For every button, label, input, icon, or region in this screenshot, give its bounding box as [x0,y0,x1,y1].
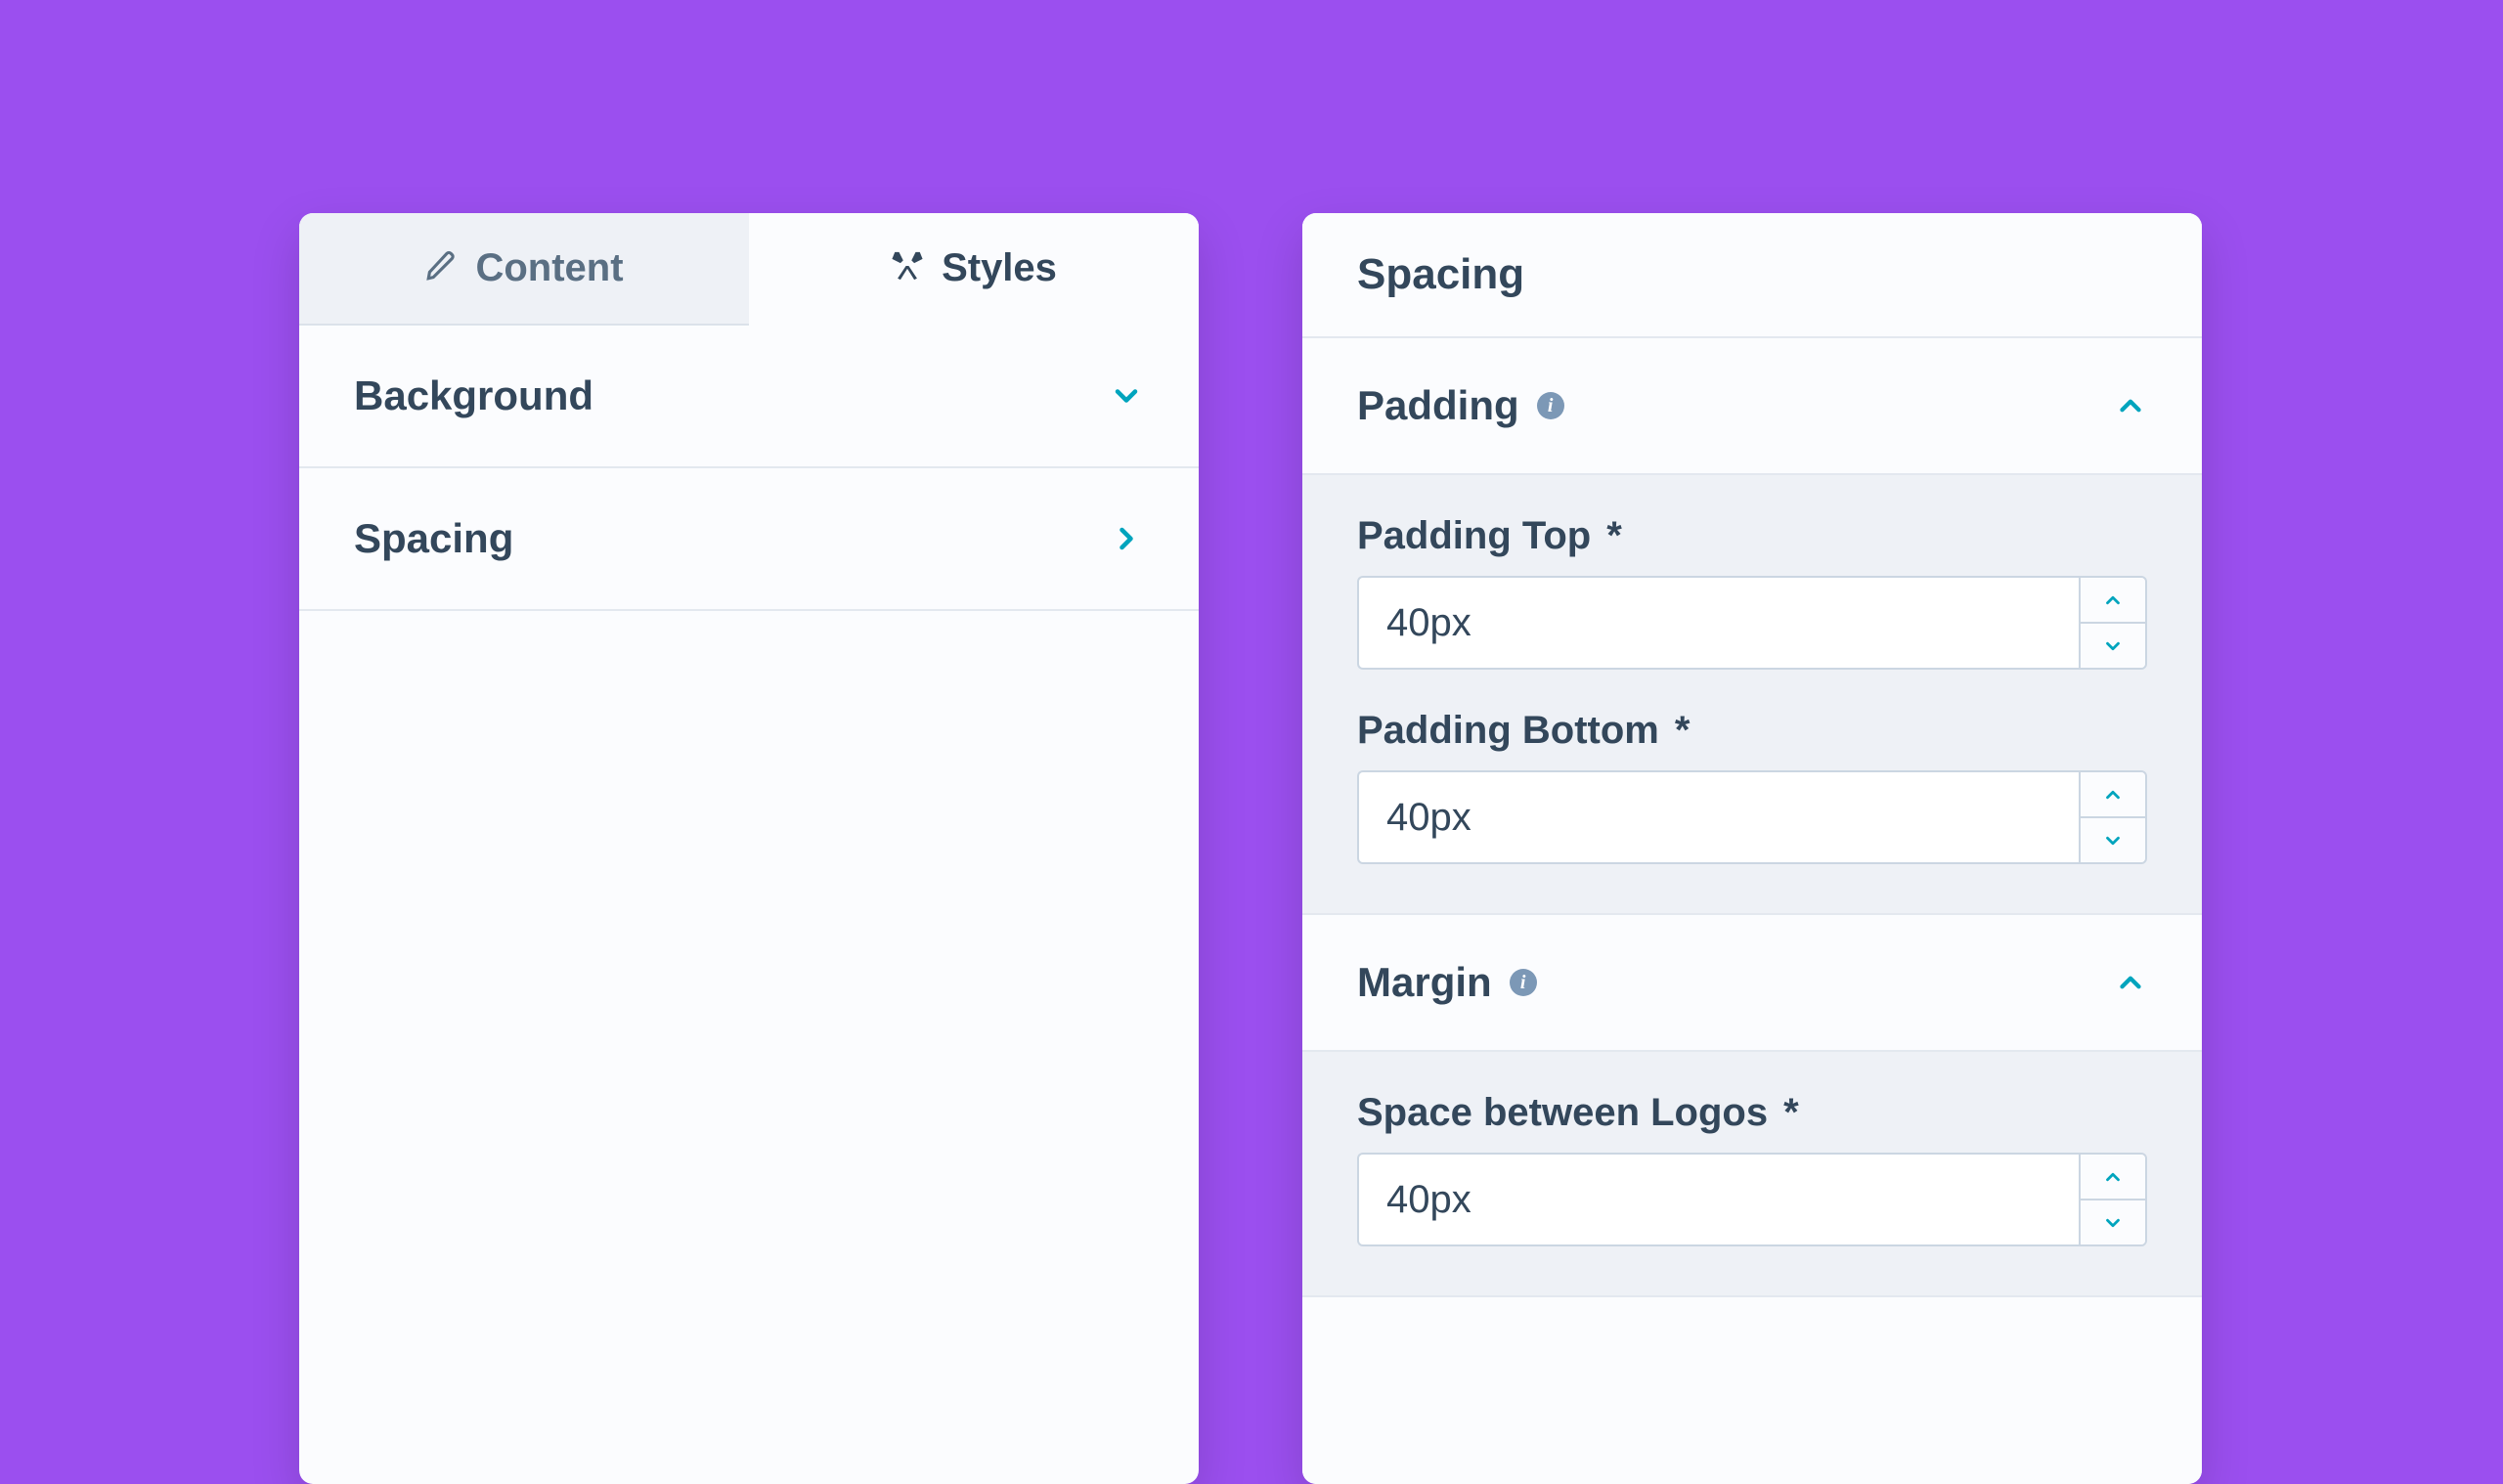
spacing-label: Spacing [354,515,513,562]
space-between-logos-input[interactable] [1357,1153,2079,1246]
margin-section-header[interactable]: Margin i [1302,915,2202,1052]
background-row[interactable]: Background [299,326,1199,468]
padding-bottom-input[interactable] [1357,770,2079,864]
pencil-icon [424,249,458,287]
stepper-down-button[interactable] [2081,818,2145,862]
tab-content[interactable]: Content [299,213,749,326]
spacing-detail-panel: Spacing Padding i Padding Top * [1302,213,2202,1484]
chevron-up-icon [2114,389,2147,422]
padding-top-field: Padding Top * [1357,514,2147,670]
space-between-logos-stepper [2079,1153,2147,1246]
padding-top-input[interactable] [1357,576,2079,670]
spacing-row[interactable]: Spacing [299,468,1199,611]
stepper-up-button[interactable] [2081,772,2145,818]
tools-icon [891,249,924,287]
detail-header: Spacing [1302,213,2202,338]
tab-content-label: Content [475,246,623,290]
info-icon[interactable]: i [1537,392,1564,419]
padding-bottom-label: Padding Bottom [1357,709,1659,753]
padding-top-label: Padding Top [1357,514,1591,558]
stepper-up-button[interactable] [2081,578,2145,624]
tab-styles-label: Styles [942,246,1057,290]
background-label: Background [354,372,593,419]
chevron-up-icon [2114,966,2147,999]
padding-bottom-stepper [2079,770,2147,864]
tab-styles[interactable]: Styles [749,213,1199,326]
required-star: * [1675,709,1691,753]
required-star: * [1606,514,1622,558]
padding-section-header[interactable]: Padding i [1302,338,2202,475]
space-between-logos-label: Space between Logos [1357,1091,1768,1135]
padding-section-title: Padding [1357,382,1519,429]
margin-fields: Space between Logos * [1302,1052,2202,1297]
styles-panel: Content Styles Background Spacing [299,213,1199,1484]
space-between-logos-field: Space between Logos * [1357,1091,2147,1246]
empty-area [1302,1297,2202,1484]
margin-section-title: Margin [1357,959,1492,1006]
stepper-down-button[interactable] [2081,1200,2145,1244]
padding-bottom-field: Padding Bottom * [1357,709,2147,864]
info-icon[interactable]: i [1510,969,1537,996]
stepper-up-button[interactable] [2081,1155,2145,1200]
padding-top-stepper [2079,576,2147,670]
padding-fields: Padding Top * [1302,475,2202,915]
detail-title: Spacing [1357,250,2147,299]
tabs: Content Styles [299,213,1199,326]
stepper-down-button[interactable] [2081,624,2145,668]
chevron-right-icon [1109,521,1144,556]
chevron-down-icon [1109,378,1144,414]
required-star: * [1783,1091,1799,1135]
